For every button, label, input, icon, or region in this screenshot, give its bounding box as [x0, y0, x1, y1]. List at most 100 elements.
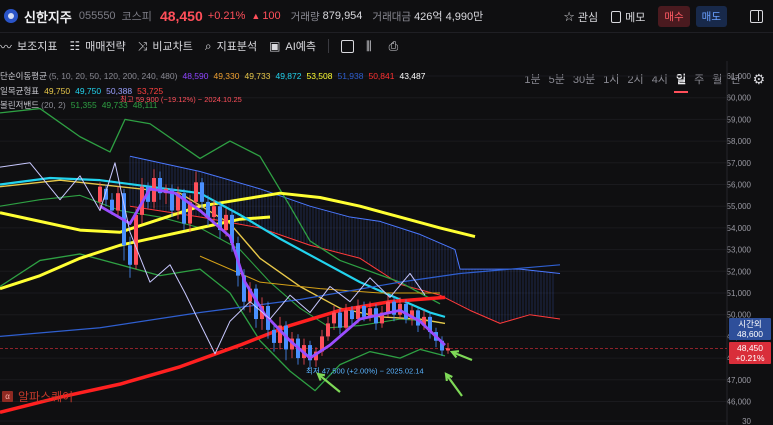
candle-body [224, 214, 228, 231]
ai-predict-label: AI예측 [285, 41, 317, 53]
star-icon[interactable]: ☆ [563, 9, 575, 25]
y-axis-tick-label: 51,000 [727, 289, 752, 298]
y-axis-tick-label: 60,000 [727, 94, 752, 103]
ichimoku-value: 53,725 [137, 85, 164, 96]
current-price-tag: 48,450 +0.21% [729, 342, 771, 364]
side-panel-icon[interactable] [750, 10, 763, 23]
ai-predict-button[interactable]: ▣ AI예측 [269, 38, 316, 54]
y-axis-tick-label: 55,000 [727, 202, 752, 211]
y-axis-tick-label: 57,000 [727, 159, 752, 168]
current-price: 48,450 [159, 8, 203, 24]
analysis-label: 지표분석 [216, 41, 258, 53]
y-axis-tick-label: 53,000 [727, 246, 752, 255]
ichimoku-value: 50,388 [106, 85, 133, 96]
y-axis-tick-label: 52,000 [727, 267, 752, 276]
ma-value: 51,938 [337, 71, 364, 81]
up-arrow-icon: ▲ [251, 11, 261, 21]
bollinger-value: 48,111 [132, 100, 158, 110]
strategy-icon: ☷ [69, 39, 81, 53]
ichimoku-value: 49,750 [75, 85, 102, 96]
candle-type-icon[interactable]: ⫼ [366, 39, 377, 54]
stock-name[interactable]: 신한지주 [24, 7, 72, 26]
candle-body [362, 306, 366, 317]
indicator-legend: 단순이동평균 (5, 10, 20, 50, 120, 200, 240, 480… [0, 69, 435, 113]
ma-legend-params: (5, 10, 20, 50, 120, 200, 240, 480) [48, 71, 178, 81]
y-axis-tick-label: 54,000 [727, 224, 752, 233]
ma-value: 49,733 [244, 71, 271, 81]
ichimoku-value: 49,750 [44, 85, 71, 96]
bollinger-value: 49,733 [101, 100, 128, 110]
stock-code: 055550 [78, 10, 116, 22]
after-hours-value: 48,600 [737, 329, 763, 339]
compare-icon: ⤨ [137, 38, 148, 53]
y-axis-tick-label: 59,000 [727, 115, 752, 124]
ma-50-line [0, 176, 446, 318]
change-value: 100 [262, 10, 281, 22]
ma-value: 48,590 [182, 71, 209, 81]
amount-label: 거래대금 [372, 10, 412, 23]
indicator-button[interactable]: 〰 보조지표 [0, 38, 58, 55]
low-price-annotation: 최저 47,500 (+2.00%) − 2025.02.14 [306, 365, 424, 375]
candle-body [386, 301, 390, 313]
candle-body [200, 182, 204, 202]
ma-value: 43,487 [399, 71, 426, 81]
drawing-toggle-icon[interactable] [341, 39, 355, 53]
y-axis-tick-label: 61,000 [727, 72, 752, 81]
toolbar-divider [328, 39, 330, 53]
buy-button[interactable]: 매수 [658, 6, 690, 27]
brand-logo-icon: α [2, 391, 13, 402]
candle-body [98, 186, 102, 202]
ma-value: 50,841 [368, 71, 395, 81]
bollinger-legend-label: 볼린저밴드 [0, 100, 40, 110]
ma-value: 53,508 [306, 71, 333, 81]
indicator-icon: 〰 [0, 39, 13, 54]
ma-value: 49,872 [275, 71, 302, 81]
bollinger-legend-params: (20, 2) [41, 100, 66, 110]
y-axis-tick-label: 46,000 [727, 398, 752, 407]
chart-toolbar: 〰 보조지표 ☷ 매매전략 ⤨ 비교차트 ⌕ 지표분석 ▣ AI예측 ⫼ ⎙ 1… [0, 33, 773, 93]
ma-legend-row: 단순이동평균 (5, 10, 20, 50, 120, 200, 240, 480… [0, 69, 435, 84]
ichimoku-span-b [129, 205, 561, 324]
stock-header: 신한지주 055550 코스피 48,450 +0.21% ▲ 100 거래량 … [0, 0, 773, 33]
candle-body [344, 310, 348, 328]
candle-body [272, 329, 276, 343]
bollinger-legend-row: 볼린저밴드 (20, 2) 51,355 49,733 48,111 [0, 98, 435, 113]
bollinger-value: 51,355 [70, 100, 97, 110]
screenshot-icon[interactable]: ⎙ [389, 39, 404, 54]
ai-icon: ▣ [269, 39, 281, 53]
after-hours-label: 시간외 [738, 319, 762, 329]
candle-body [194, 182, 198, 202]
y-axis-tick-label: 30 [742, 417, 751, 425]
indicator-label: 보조지표 [17, 41, 58, 53]
candle-body [134, 214, 138, 265]
sell-button[interactable]: 매도 [695, 6, 727, 27]
candle-body [128, 245, 132, 265]
memo-button[interactable]: 메모 [625, 9, 645, 25]
y-axis-tick-label: 47,000 [727, 376, 752, 385]
price-chart[interactable]: 61,000 60,000 59,000 58,000 57,000 56,000 55,0… [0, 61, 773, 425]
candle-body [212, 206, 216, 218]
y-axis-tick-label: 56,000 [727, 181, 752, 190]
watch-button[interactable]: 관심 [578, 9, 598, 25]
candle-body [338, 312, 342, 328]
analysis-icon: ⌕ [204, 38, 212, 53]
memo-icon[interactable] [611, 10, 622, 23]
ichimoku-legend-row: 일목균형표 49,750 49,750 50,388 53,725 [0, 84, 435, 99]
compare-button[interactable]: ⤨ 비교차트 [138, 38, 193, 54]
brand-name: 알파스퀘어 [18, 390, 74, 404]
price-tag-value: 48,450 [737, 343, 763, 353]
ma-legend-label: 단순이동평균 [0, 71, 47, 81]
ma-value: 49,330 [213, 71, 240, 81]
strategy-button[interactable]: ☷ 매매전략 [70, 38, 126, 54]
strategy-label: 매매전략 [85, 41, 126, 53]
volume-value: 879,954 [322, 10, 363, 22]
candle-body [110, 199, 114, 211]
candle-body [356, 306, 360, 320]
candle-body [350, 310, 354, 320]
after-hours-price-tag: 시간외 48,600 [729, 318, 771, 340]
analysis-button[interactable]: ⌕ 지표분석 [205, 38, 257, 54]
candle-body [446, 348, 450, 351]
company-logo-icon [4, 9, 18, 23]
brand-watermark: α 알파스퀘어 [2, 388, 73, 405]
change-percent: +0.21% [207, 10, 246, 22]
